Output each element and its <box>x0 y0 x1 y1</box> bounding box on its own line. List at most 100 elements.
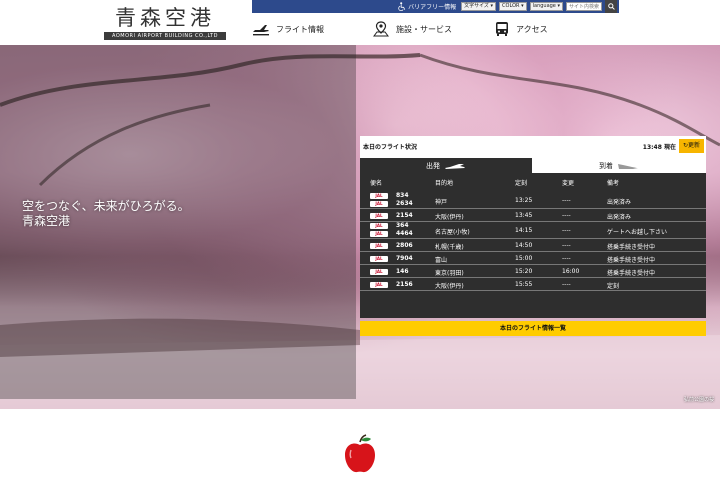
destination: 札幌(千歳) <box>435 244 464 251</box>
flight-number: 364 <box>396 222 409 229</box>
col-remarks: 備考 <box>607 180 620 187</box>
flight-number: 2634 <box>396 200 413 207</box>
nav-flight-label: フライト情報 <box>276 24 324 34</box>
arrival-plane-icon <box>618 163 638 169</box>
flight-number: 2154 <box>396 212 413 219</box>
destination: 名古屋(小牧) <box>435 229 470 236</box>
flight-number: 2806 <box>396 242 413 249</box>
airline-logo: JAL <box>370 213 388 219</box>
flight-list-button[interactable]: 本日のフライト情報一覧 <box>360 321 706 336</box>
remarks: 搭乗手続き受付中 <box>607 270 656 277</box>
accessibility-link[interactable]: バリアフリー情報 <box>398 2 456 11</box>
flight-panel-header: 本日のフライト状況 13:48 現在 ↻更新 <box>360 136 706 158</box>
scheduled-time: 13:45 <box>515 212 533 219</box>
site-search-input[interactable] <box>566 2 602 11</box>
refresh-button[interactable]: ↻更新 <box>679 139 704 153</box>
col-flight: 便名 <box>370 180 383 187</box>
nav-facility[interactable]: 施設・サービス <box>372 17 452 41</box>
departure-plane-icon <box>445 163 465 169</box>
language-select[interactable]: language ▾ <box>529 2 563 11</box>
bus-icon <box>496 22 508 36</box>
changed-time: ---- <box>562 227 571 234</box>
text-size-select[interactable]: 文字サイズ ▾ <box>461 2 497 11</box>
airline-logo: JAL <box>370 269 388 275</box>
changed-time: ---- <box>562 255 571 262</box>
accessibility-label: バリアフリー情報 <box>408 4 457 11</box>
flight-row: JAL 2154 大阪(伊丹) 13:45 ---- 出発済み <box>360 209 706 222</box>
scheduled-time: 15:00 <box>515 255 533 262</box>
flight-number: 4464 <box>396 230 413 237</box>
flight-number: 2156 <box>396 281 413 288</box>
flight-number: 834 <box>396 192 409 199</box>
airline-logo: JAL <box>370 231 388 237</box>
airplane-icon <box>253 25 269 36</box>
destination: 大阪(伊丹) <box>435 283 464 290</box>
scheduled-time: 15:55 <box>515 281 533 288</box>
col-changed: 変更 <box>562 180 575 187</box>
tab-arrival[interactable]: 到着 <box>532 158 706 173</box>
destination: 富山 <box>435 257 448 264</box>
changed-time: 16:00 <box>562 268 580 275</box>
scheduled-time: 14:50 <box>515 242 533 249</box>
remarks: 搭乗手続き受付中 <box>607 244 656 251</box>
airline-logo: JAL <box>370 243 388 249</box>
nav-flight-info[interactable]: フライト情報 <box>252 17 324 41</box>
remarks: ゲートへお越し下さい <box>607 229 668 236</box>
remarks: 搭乗手続き受付中 <box>607 257 656 264</box>
destination: 大阪(伊丹) <box>435 214 464 221</box>
flight-row: JAL 2156 大阪(伊丹) 15:55 ---- 定刻 <box>360 278 706 291</box>
remarks: 定刻 <box>607 283 620 290</box>
flight-row: JAL 2806 札幌(千歳) 14:50 ---- 搭乗手続き受付中 <box>360 239 706 252</box>
flight-row: JAL 7904 富山 15:00 ---- 搭乗手続き受付中 <box>360 252 706 265</box>
changed-time: ---- <box>562 212 571 219</box>
color-select[interactable]: COLOR ▾ <box>499 2 527 11</box>
search-icon <box>607 3 615 10</box>
page: 青森空港 AOMORI AIRPORT BUILDING CO.,LTD バリア… <box>0 0 720 480</box>
current-time: 13:48 現在 <box>642 144 676 151</box>
site-header: 青森空港 AOMORI AIRPORT BUILDING CO.,LTD バリア… <box>0 0 720 45</box>
site-logo[interactable]: 青森空港 AOMORI AIRPORT BUILDING CO.,LTD <box>104 6 226 40</box>
flight-number: 7904 <box>396 255 413 262</box>
airline-logo: JAL <box>370 193 388 199</box>
changed-time: ---- <box>562 281 571 288</box>
photo-credit: 弘前公園の桜 <box>683 397 714 403</box>
logo-subtitle: AOMORI AIRPORT BUILDING CO.,LTD <box>104 32 226 40</box>
nav-facility-label: 施設・サービス <box>396 24 452 34</box>
remarks: 出発済み <box>607 199 632 206</box>
changed-time: ---- <box>562 197 571 204</box>
destination: 東京(羽田) <box>435 270 464 277</box>
scheduled-time: 15:20 <box>515 268 533 275</box>
flight-table-header: 便名 目的地 定刻 変更 備考 <box>360 178 706 188</box>
scheduled-time: 13:25 <box>515 197 533 204</box>
logo-title: 青森空港 <box>115 6 215 30</box>
changed-time: ---- <box>562 242 571 249</box>
flight-row: JAL 146 東京(羽田) 15:20 16:00 搭乗手続き受付中 <box>360 265 706 278</box>
col-destination: 目的地 <box>435 180 454 187</box>
hero-tagline-line1: 空をつなぐ、未来がひろがる。 <box>22 199 190 213</box>
destination: 神戸 <box>435 199 448 206</box>
tab-departure-label: 出発 <box>426 161 440 170</box>
nav-access-label: アクセス <box>516 24 548 34</box>
location-pin-icon <box>373 21 389 37</box>
search-button[interactable] <box>605 0 617 13</box>
tab-departure[interactable]: 出発 <box>360 158 532 173</box>
flight-row: JAL 834 JAL 2634 神戸 13:25 ---- 出発済み <box>360 192 706 209</box>
airline-logo: JAL <box>370 201 388 207</box>
apple-icon <box>345 434 375 473</box>
flight-panel-title: 本日のフライト状況 <box>363 144 418 151</box>
airline-logo: JAL <box>370 282 388 288</box>
flight-row: JAL 364 JAL 4464 名古屋(小牧) 14:15 ---- ゲートへお越し下さい <box>360 222 706 239</box>
col-scheduled: 定刻 <box>515 180 528 187</box>
nav-access[interactable]: アクセス <box>494 17 548 41</box>
wheelchair-icon <box>398 2 406 11</box>
scheduled-time: 14:15 <box>515 227 533 234</box>
utility-bar: バリアフリー情報 文字サイズ ▾ COLOR ▾ language ▾ <box>252 0 619 13</box>
hero-tagline-line2: 青森空港 <box>22 214 71 228</box>
airline-logo: JAL <box>370 223 388 229</box>
remarks: 出発済み <box>607 214 632 221</box>
flight-status-panel: 本日のフライト状況 13:48 現在 ↻更新 出発 到着 便名 目的地 定刻 変… <box>360 136 706 318</box>
airline-logo: JAL <box>370 256 388 262</box>
tab-arrival-label: 到着 <box>599 161 613 170</box>
flight-table: 便名 目的地 定刻 変更 備考 JAL 834 JAL 2634 神戸 13:25 ----… <box>360 173 706 318</box>
hero-tagline: 空をつなぐ、未来がひろがる。 青森空港 <box>22 199 190 229</box>
